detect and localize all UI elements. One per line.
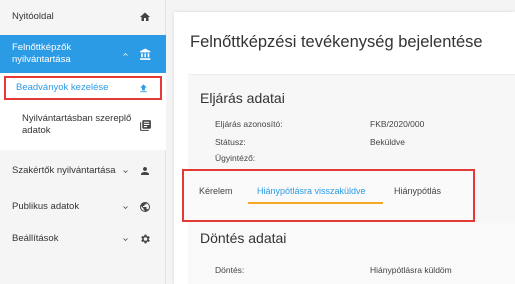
page-title: Felnőttképzési tevékenység bejelentése	[190, 33, 483, 51]
field-label-administrator: Ügyintéző:	[215, 153, 256, 163]
sidebar-item-label: Nyilvántartásban szereplő adatok	[22, 113, 132, 136]
sidebar-item-nyilvantartas[interactable]: Nyilvántartásban szereplő adatok	[0, 108, 166, 142]
bank-icon	[138, 47, 152, 61]
person-icon	[138, 164, 152, 178]
sidebar-item-szakertok[interactable]: Szakértők nyilvántartása	[0, 155, 166, 187]
sidebar-item-beadvanyok[interactable]: Beadványok kezelése	[4, 76, 162, 100]
gear-icon	[138, 232, 152, 246]
chevron-down-icon	[120, 166, 130, 176]
field-value-decision: Hiánypótlásra küldöm	[370, 265, 452, 275]
chevron-down-icon	[120, 234, 130, 244]
sidebar-item-label: Beadványok kezelése	[16, 82, 109, 93]
tab-hianypotlas[interactable]: Hiánypótlás	[394, 186, 441, 196]
sidebar-item-label: Szakértők nyilvántartása	[12, 165, 116, 176]
sidebar-item-publikus[interactable]: Publikus adatok	[0, 196, 166, 218]
field-value-procedure-id: FKB/2020/000	[370, 119, 425, 129]
field-label-procedure-id: Eljárás azonosító:	[215, 119, 283, 129]
sidebar-item-label: Publikus adatok	[12, 201, 80, 212]
sidebar: Nyitóoldal Felnőttképzők nyilvántartása …	[0, 0, 166, 284]
sidebar-item-beallitasok[interactable]: Beállítások	[0, 228, 166, 250]
chevron-down-icon	[120, 202, 130, 212]
field-value-status: Beküldve	[370, 137, 405, 147]
field-label-status: Státusz:	[215, 137, 246, 147]
sidebar-item-label: Nyitóoldal	[12, 11, 54, 22]
sidebar-item-label: Beállítások	[12, 233, 59, 244]
home-icon	[138, 10, 152, 24]
tab-hianypotlasra-visszakuldve[interactable]: Hiánypótlásra visszaküldve	[257, 186, 366, 196]
field-label-decision: Döntés:	[215, 265, 245, 275]
tab-kerelem[interactable]: Kérelem	[199, 186, 233, 196]
globe-icon	[138, 200, 152, 214]
library-books-icon	[138, 118, 152, 132]
sidebar-item-felnottkepzok[interactable]: Felnőttképzők nyilvántartása	[0, 35, 166, 73]
sidebar-item-home[interactable]: Nyitóoldal	[0, 4, 166, 30]
procedure-section-title: Eljárás adatai	[200, 90, 285, 106]
upload-icon	[136, 81, 150, 95]
sidebar-item-label: Felnőttképzők nyilvántartása	[12, 42, 72, 65]
chevron-up-icon	[120, 49, 130, 59]
decision-section-title: Döntés adatai	[200, 230, 287, 246]
active-tab-indicator	[248, 202, 383, 204]
